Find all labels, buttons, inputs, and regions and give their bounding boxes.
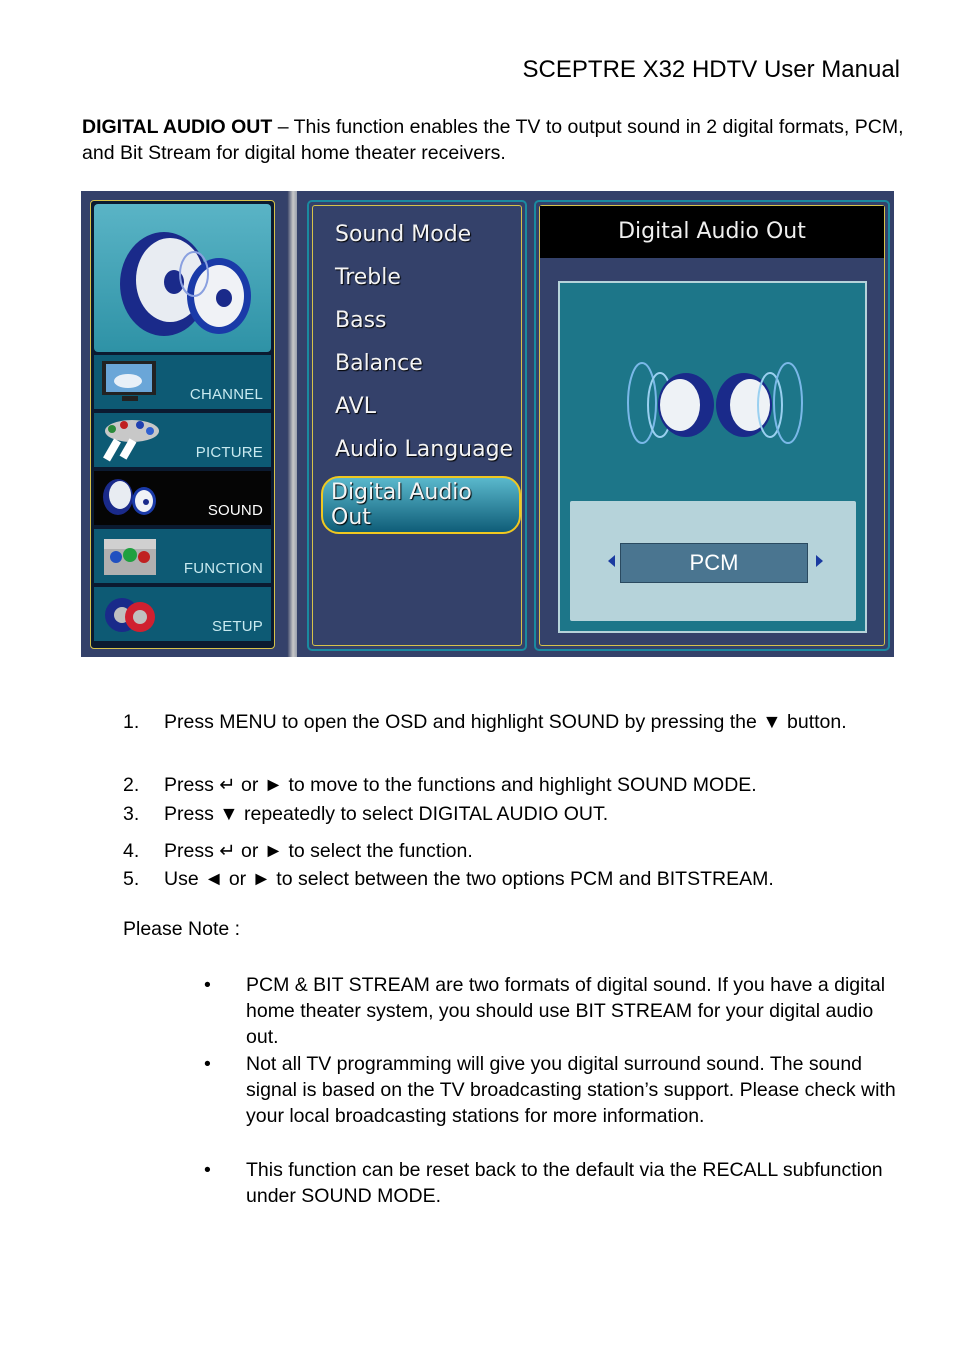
step-number: 1. xyxy=(123,711,140,733)
category-label: CHANNEL xyxy=(189,386,263,403)
step-number: 3. xyxy=(123,803,140,825)
note-label: Please Note : xyxy=(123,918,241,940)
step-number: 2. xyxy=(123,774,140,796)
category-frame: CHANNEL PICTURE SOUND FUNCTION SETUP xyxy=(90,200,275,649)
osd-screenshot: CHANNEL PICTURE SOUND FUNCTION SETUP Sou… xyxy=(81,191,894,657)
category-label: SOUND xyxy=(207,502,263,519)
tv-icon xyxy=(102,361,156,401)
menu-item-balance[interactable]: Balance xyxy=(335,351,423,376)
intro-paragraph: DIGITAL AUDIO OUT – This function enable… xyxy=(82,114,912,166)
intro-term: DIGITAL AUDIO OUT xyxy=(82,116,273,138)
digital-audio-out-value[interactable]: PCM xyxy=(620,543,808,583)
step-text: Press ↵ or ► to select the function. xyxy=(164,840,473,862)
speaker-icon xyxy=(103,479,156,515)
category-label: PICTURE xyxy=(195,444,263,461)
sound-hero-image xyxy=(94,204,271,352)
bullet-icon: • xyxy=(204,1053,211,1075)
bullet-text: PCM & BIT STREAM are two formats of digi… xyxy=(246,974,886,1048)
bullet-text: This function can be reset back to the d… xyxy=(246,1159,883,1207)
menu-item-treble[interactable]: Treble xyxy=(335,265,401,290)
category-picture[interactable]: PICTURE xyxy=(94,413,271,467)
sound-menu-frame: Sound Mode Treble Bass Balance AVL Audio… xyxy=(307,200,527,651)
setting-preview-area: PCM xyxy=(558,281,867,633)
step-number: 4. xyxy=(123,840,140,862)
menu-item-sound-mode[interactable]: Sound Mode xyxy=(335,222,471,247)
setting-panel-frame: Digital Audio Out PCM xyxy=(534,200,890,651)
setting-panel: Digital Audio Out PCM xyxy=(539,205,885,646)
panel-divider xyxy=(287,191,297,657)
document-header-title: SCEPTRE X32 HDTV User Manual xyxy=(522,56,900,83)
step-text: Press MENU to open the OSD and highlight… xyxy=(164,711,847,733)
category-label: FUNCTION xyxy=(183,560,263,577)
toolbox-icon xyxy=(104,539,156,575)
value-selector-box: PCM xyxy=(570,501,856,621)
category-sound[interactable]: SOUND xyxy=(94,471,271,525)
paint-palette-icon xyxy=(103,420,159,462)
menu-item-digital-audio-out[interactable]: Digital Audio Out xyxy=(321,476,521,534)
stereo-speakers-icon xyxy=(627,362,803,444)
menu-item-bass[interactable]: Bass xyxy=(335,308,387,333)
sound-menu-list: Sound Mode Treble Bass Balance AVL Audio… xyxy=(312,205,522,646)
bullet-icon: • xyxy=(204,1159,211,1181)
arrow-right-icon[interactable] xyxy=(816,555,823,567)
category-channel[interactable]: CHANNEL xyxy=(94,355,271,409)
menu-item-avl[interactable]: AVL xyxy=(335,394,376,419)
step-text: Use ◄ or ► to select between the two opt… xyxy=(164,868,774,890)
step-number: 5. xyxy=(123,868,140,890)
step-text: Press ↵ or ► to move to the functions an… xyxy=(164,774,757,796)
category-function[interactable]: FUNCTION xyxy=(94,529,271,583)
category-setup[interactable]: SETUP xyxy=(94,587,271,641)
setting-panel-title: Digital Audio Out xyxy=(540,206,884,258)
step-text: Press ▼ repeatedly to select DIGITAL AUD… xyxy=(164,803,609,825)
arrow-left-icon[interactable] xyxy=(608,555,615,567)
bullet-text: Not all TV programming will give you dig… xyxy=(246,1053,896,1127)
gears-icon xyxy=(105,598,155,632)
category-label: SETUP xyxy=(211,618,263,635)
menu-item-audio-language[interactable]: Audio Language xyxy=(335,437,513,462)
bullet-icon: • xyxy=(204,974,211,996)
large-speaker-icon xyxy=(120,232,251,336)
category-column: CHANNEL PICTURE SOUND FUNCTION SETUP xyxy=(81,191,297,657)
